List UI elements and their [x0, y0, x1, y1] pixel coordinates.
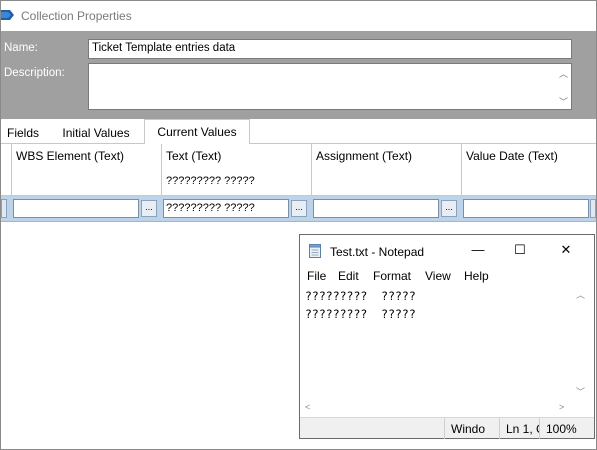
menu-edit[interactable]: Edit	[338, 269, 359, 283]
notepad-window: Test.txt - Notepad — ☐ ✕ File Edit Forma…	[299, 234, 595, 439]
description-label: Description:	[4, 67, 65, 79]
tab-current-values[interactable]: Current Values	[144, 119, 250, 145]
tab-fields[interactable]: Fields	[1, 122, 45, 144]
scroll-up-icon[interactable]: ︿	[559, 67, 568, 80]
text-cell[interactable]: ????????? ?????	[163, 199, 289, 218]
value-date-cell[interactable]	[463, 199, 589, 218]
notepad-icon	[309, 244, 321, 258]
column-sample: ????????? ?????	[166, 175, 255, 187]
column-title: Value Date (Text)	[466, 149, 558, 163]
row-handle[interactable]	[1, 199, 7, 218]
text-ellipsis-button[interactable]: ...	[291, 200, 307, 217]
properties-panel: Name: Ticket Template entries data Descr…	[1, 31, 596, 119]
text-line: ????????? ?????	[305, 289, 416, 303]
menu-help[interactable]: Help	[464, 269, 489, 283]
table-row: ... ????????? ????? ... ...	[1, 196, 596, 222]
notepad-text-area[interactable]: ????????? ????? ????????? ?????	[301, 286, 593, 416]
column-header-assignment[interactable]: Assignment (Text)	[311, 144, 461, 196]
close-icon[interactable]: ✕	[558, 242, 574, 258]
wbs-element-ellipsis-button[interactable]: ...	[141, 200, 157, 217]
collection-app-icon	[1, 10, 14, 20]
wbs-element-cell[interactable]	[13, 199, 139, 218]
column-header-text[interactable]: Text (Text) ????????? ?????	[161, 144, 311, 196]
notepad-menu-bar: File Edit Format View Help	[300, 266, 594, 286]
maximize-icon[interactable]: ☐	[512, 242, 528, 258]
assignment-cell[interactable]	[313, 199, 439, 218]
column-title: Text (Text)	[166, 149, 222, 163]
description-field[interactable]: ︿ ﹀	[88, 63, 572, 110]
collection-properties-window: Collection Properties Name: Ticket Templ…	[0, 0, 597, 450]
status-zoom: 100%	[539, 418, 579, 439]
text-line: ????????? ?????	[305, 307, 416, 321]
status-encoding: Windo	[444, 418, 493, 439]
title-bar: Collection Properties	[1, 1, 596, 31]
column-header-wbs-element[interactable]: WBS Element (Text)	[11, 144, 161, 196]
window-title: Collection Properties	[21, 9, 132, 23]
scroll-down-icon[interactable]: ﹀	[576, 385, 585, 398]
column-header-value-date[interactable]: Value Date (Text)	[461, 144, 596, 196]
tab-strip: Fields Initial Values Current Values	[1, 119, 596, 145]
column-title: WBS Element (Text)	[16, 149, 125, 163]
scroll-up-icon[interactable]: ︿	[576, 288, 585, 301]
notepad-title-bar[interactable]: Test.txt - Notepad — ☐ ✕	[300, 235, 594, 266]
notepad-status-bar: Windo Ln 1, C 100%	[300, 417, 594, 439]
horizontal-scrollbar[interactable]: < >	[301, 400, 572, 416]
status-position: Ln 1, C	[499, 418, 539, 439]
name-label: Name:	[4, 42, 38, 54]
notepad-title: Test.txt - Notepad	[330, 245, 425, 259]
column-title: Assignment (Text)	[316, 149, 413, 163]
row-end-handle[interactable]	[590, 199, 596, 218]
vertical-scrollbar[interactable]: ︿ ﹀	[572, 286, 589, 400]
menu-format[interactable]: Format	[373, 269, 411, 283]
scroll-right-icon[interactable]: >	[559, 402, 564, 412]
name-field[interactable]: Ticket Template entries data	[88, 39, 572, 59]
scroll-down-icon[interactable]: ﹀	[559, 95, 568, 108]
grid-header: WBS Element (Text) Text (Text) ?????????…	[1, 144, 596, 196]
minimize-icon[interactable]: —	[470, 242, 486, 258]
tab-initial-values[interactable]: Initial Values	[49, 122, 143, 144]
assignment-ellipsis-button[interactable]: ...	[441, 200, 457, 217]
menu-file[interactable]: File	[307, 269, 326, 283]
scroll-left-icon[interactable]: <	[305, 402, 310, 412]
menu-view[interactable]: View	[425, 269, 451, 283]
